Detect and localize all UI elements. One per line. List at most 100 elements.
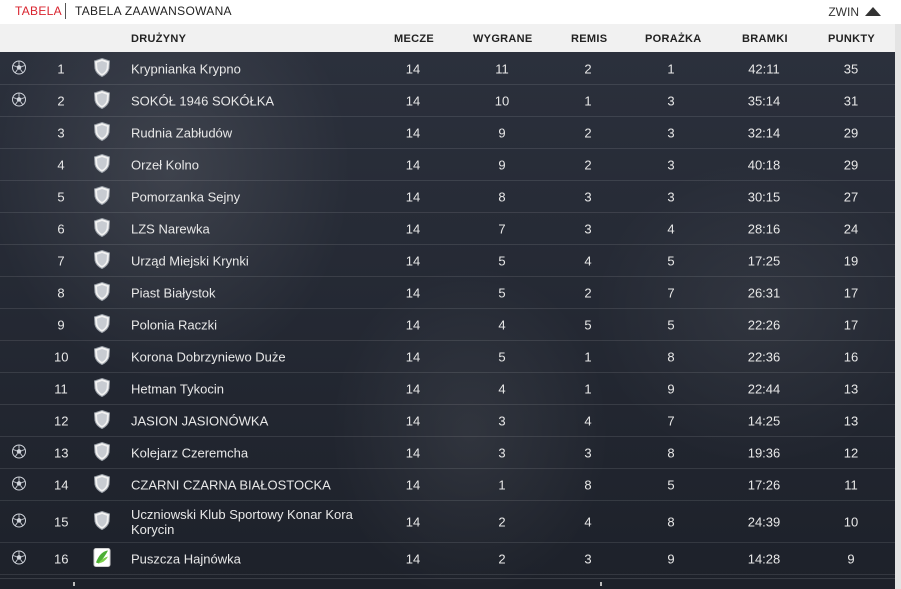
row-position: 13 xyxy=(54,445,69,460)
pagination-dot xyxy=(73,582,75,586)
tab-separator xyxy=(65,3,66,19)
points-value: 11 xyxy=(844,477,858,492)
green-crest-icon xyxy=(93,547,111,570)
row-position: 10 xyxy=(54,349,69,364)
team-name-link[interactable]: SOKÓŁ 1946 SOKÓŁKA xyxy=(131,93,371,108)
goals-value: 42:11 xyxy=(748,61,780,76)
team-name-link[interactable]: Rudnia Zabłudów xyxy=(131,125,371,140)
team-name-link[interactable]: Piast Białystok xyxy=(131,285,371,300)
scrollbar[interactable] xyxy=(895,24,901,589)
team-name-link[interactable]: Krypnianka Krypno xyxy=(131,61,371,76)
matches-value: 14 xyxy=(405,349,421,364)
shield-icon xyxy=(93,57,111,80)
shield-icon xyxy=(93,345,111,368)
column-wins[interactable]: WYGRANE xyxy=(473,33,533,45)
table-row[interactable]: 13 Kolejarz Czeremcha 14 3 3 8 19:36 12 xyxy=(0,437,895,469)
table-row[interactable]: 12 JASION JASIONÓWKA 14 3 4 7 14:25 13 xyxy=(0,405,895,437)
table-row[interactable]: 4 Orzeł Kolno 14 9 2 3 40:18 29 xyxy=(0,149,895,181)
tab-table[interactable]: TABELA xyxy=(15,4,62,18)
matches-value: 14 xyxy=(405,514,421,529)
team-name-link[interactable]: JASION JASIONÓWKA xyxy=(131,413,371,428)
collapse-label: ZWIN xyxy=(828,5,859,19)
standings-table: 1 Krypnianka Krypno 14 11 2 1 42:11 35 2 SOKÓŁ 19… xyxy=(0,53,895,575)
table-header: DRUŻYNY MECZE WYGRANE REMIS PORAŻKA BRAM… xyxy=(0,24,901,52)
losses-value: 1 xyxy=(667,61,675,76)
team-name-link[interactable]: Uczniowski Klub Sportowy Konar Kora Kory… xyxy=(131,507,371,537)
shield-icon xyxy=(93,377,111,400)
draws-value: 2 xyxy=(584,157,592,172)
collapse-button[interactable]: ZWIN xyxy=(828,0,881,24)
losses-value: 3 xyxy=(667,125,675,140)
column-matches[interactable]: MECZE xyxy=(394,33,434,45)
draws-value: 1 xyxy=(584,349,592,364)
goals-value: 26:31 xyxy=(747,285,781,300)
losses-value: 5 xyxy=(667,317,675,332)
shield-icon xyxy=(93,249,111,272)
goals-value: 17:25 xyxy=(747,253,781,268)
losses-value: 8 xyxy=(667,445,675,460)
goals-value: 14:28 xyxy=(747,551,781,566)
team-name-link[interactable]: Polonia Raczki xyxy=(131,317,371,332)
table-row[interactable]: 10 Korona Dobrzyniewo Duże 14 5 1 8 22:36 16 xyxy=(0,341,895,373)
goals-value: 22:36 xyxy=(747,349,781,364)
table-row[interactable]: 1 Krypnianka Krypno 14 11 2 1 42:11 35 xyxy=(0,53,895,85)
matches-value: 14 xyxy=(405,221,421,236)
draws-value: 4 xyxy=(584,514,592,529)
goals-value: 14:25 xyxy=(747,413,781,428)
draws-value: 4 xyxy=(584,253,592,268)
row-position: 3 xyxy=(57,125,65,140)
column-goals[interactable]: BRAMKI xyxy=(742,33,788,45)
points-value: 27 xyxy=(843,189,859,204)
table-row[interactable]: 14 CZARNI CZARNA BIAŁOSTOCKA 14 1 8 5 17:26 11 xyxy=(0,469,895,501)
table-row[interactable]: 3 Rudnia Zabłudów 14 9 2 3 32:14 29 xyxy=(0,117,895,149)
football-icon xyxy=(11,549,27,568)
points-value: 16 xyxy=(843,349,859,364)
table-row[interactable]: 9 Polonia Raczki 14 4 5 5 22:26 17 xyxy=(0,309,895,341)
column-points[interactable]: PUNKTY xyxy=(828,33,875,45)
table-row[interactable]: 11 Hetman Tykocin 14 4 1 9 22:44 13 xyxy=(0,373,895,405)
goals-value: 19:36 xyxy=(747,445,781,460)
points-value: 17 xyxy=(843,317,859,332)
table-row[interactable]: 7 Urząd Miejski Krynki 14 5 4 5 17:25 19 xyxy=(0,245,895,277)
column-losses[interactable]: PORAŻKA xyxy=(645,33,702,45)
team-name-link[interactable]: Korona Dobrzyniewo Duże xyxy=(131,349,371,364)
team-name-link[interactable]: Urząd Miejski Krynki xyxy=(131,253,371,268)
row-position: 11 xyxy=(54,381,68,396)
team-name-link[interactable]: Pomorzanka Sejny xyxy=(131,189,371,204)
shield-icon xyxy=(93,510,111,533)
row-position: 14 xyxy=(54,477,69,492)
team-name-link[interactable]: LZS Narewka xyxy=(131,221,371,236)
matches-value: 14 xyxy=(405,285,421,300)
table-row[interactable]: 5 Pomorzanka Sejny 14 8 3 3 30:15 27 xyxy=(0,181,895,213)
table-row[interactable]: 15 Uczniowski Klub Sportowy Konar Kora Ko… xyxy=(0,501,895,543)
row-position: 4 xyxy=(57,157,65,172)
team-name-link[interactable]: Orzeł Kolno xyxy=(131,157,371,172)
goals-value: 35:14 xyxy=(747,93,781,108)
goals-value: 22:44 xyxy=(747,381,781,396)
column-draws[interactable]: REMIS xyxy=(571,33,607,45)
shield-icon xyxy=(93,217,111,240)
table-row[interactable]: 8 Piast Białystok 14 5 2 7 26:31 17 xyxy=(0,277,895,309)
column-team[interactable]: DRUŻYNY xyxy=(131,33,186,45)
table-row[interactable]: 6 LZS Narewka 14 7 3 4 28:16 24 xyxy=(0,213,895,245)
tab-advanced-table[interactable]: TABELA ZAAWANSOWANA xyxy=(75,4,232,18)
losses-value: 7 xyxy=(667,413,675,428)
matches-value: 14 xyxy=(405,253,421,268)
draws-value: 8 xyxy=(584,477,592,492)
goals-value: 40:18 xyxy=(747,157,781,172)
draws-value: 1 xyxy=(584,93,592,108)
table-row[interactable]: 2 SOKÓŁ 1946 SOKÓŁKA 14 10 1 3 35:14 31 xyxy=(0,85,895,117)
matches-value: 14 xyxy=(405,157,421,172)
points-value: 29 xyxy=(843,125,859,140)
table-row[interactable]: 16 Puszcza Hajnówka 14 2 3 9 14:28 9 xyxy=(0,543,895,575)
football-icon xyxy=(11,91,27,110)
shield-icon xyxy=(93,441,111,464)
wins-value: 5 xyxy=(498,349,506,364)
pagination-dot xyxy=(600,582,602,586)
team-name-link[interactable]: CZARNI CZARNA BIAŁOSTOCKA xyxy=(131,477,371,492)
team-name-link[interactable]: Puszcza Hajnówka xyxy=(131,551,371,566)
team-name-link[interactable]: Hetman Tykocin xyxy=(131,381,371,396)
points-value: 13 xyxy=(843,381,859,396)
losses-value: 3 xyxy=(667,157,675,172)
team-name-link[interactable]: Kolejarz Czeremcha xyxy=(131,445,371,460)
